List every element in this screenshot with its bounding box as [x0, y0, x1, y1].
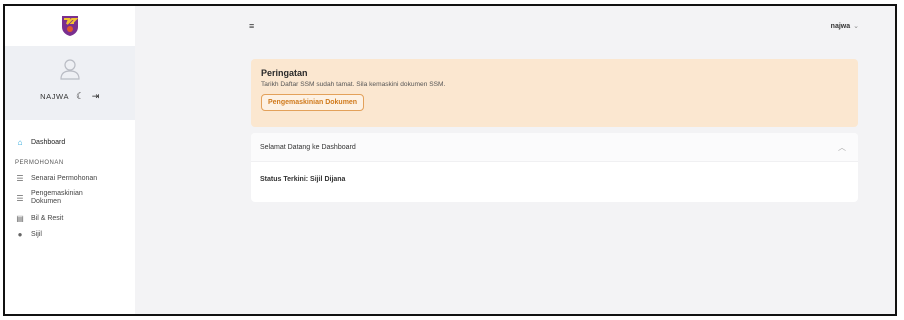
- sidebar-item-bil-resit[interactable]: ▤ Bil & Resit: [5, 210, 135, 226]
- warning-alert: Peringatan Tarikh Daftar SSM sudah tamat…: [251, 59, 858, 127]
- user-row: NAJWA ☾ ⇥: [40, 92, 100, 102]
- card-title: Selamat Datang ke Dashboard: [260, 143, 356, 151]
- user-panel: NAJWA ☾ ⇥: [5, 46, 135, 120]
- app-window: NAJWA ☾ ⇥ ⌂ Dashboard PERMOHONAN ☰ Senar…: [3, 4, 897, 316]
- sidebar-item-label: Pengemaskinian Dokumen: [31, 190, 83, 205]
- sidebar-item-label: Sijil: [31, 230, 42, 238]
- dark-mode-moon-icon[interactable]: ☾: [76, 92, 85, 101]
- dashboard-card: Selamat Datang ke Dashboard ︿ Status Ter…: [251, 133, 858, 202]
- home-icon: ⌂: [17, 137, 23, 147]
- list-icon: ☰: [16, 173, 24, 183]
- sidebar-item-label: Bil & Resit: [31, 214, 64, 222]
- app-logo: [62, 16, 79, 36]
- sidebar-item-label: Dashboard: [31, 138, 66, 146]
- main-content: ≡ najwa ⌄ Peringatan Tarikh Daftar SSM s…: [135, 6, 895, 314]
- chevron-down-icon: ⌄: [853, 23, 859, 30]
- sidebar-item-sijil[interactable]: ● Sijil: [5, 226, 135, 242]
- status-text: Status Terkini: Sijil Dijana: [260, 176, 346, 183]
- user-avatar-icon: [60, 59, 80, 80]
- user-menu-name: najwa: [830, 22, 851, 30]
- topbar: ≡ najwa ⌄: [135, 6, 895, 46]
- list-icon: ☰: [16, 193, 24, 203]
- sidebar-nav: ⌂ Dashboard PERMOHONAN ☰ Senarai Permoho…: [5, 120, 135, 242]
- alert-message: Tarikh Daftar SSM sudah tamat. Sila kema…: [261, 81, 446, 88]
- certificate-icon: ●: [17, 229, 23, 239]
- logout-icon[interactable]: ⇥: [92, 92, 100, 101]
- sidebar-item-pengemaskinian-dokumen[interactable]: ☰ Pengemaskinian Dokumen: [5, 186, 135, 210]
- chevron-up-icon[interactable]: ︿: [838, 142, 846, 153]
- user-menu[interactable]: najwa ⌄: [830, 22, 859, 31]
- logo-area: [5, 6, 135, 46]
- sidebar-item-senarai-permohonan[interactable]: ☰ Senarai Permohonan: [5, 170, 135, 186]
- update-documents-button[interactable]: Pengemaskinian Dokumen: [261, 94, 365, 111]
- user-name: NAJWA: [40, 92, 70, 101]
- nav-section-permohonan: PERMOHONAN: [15, 160, 64, 166]
- receipt-icon: ▤: [16, 213, 24, 223]
- card-header[interactable]: Selamat Datang ke Dashboard ︿: [251, 133, 858, 162]
- hamburger-menu-icon[interactable]: ≡: [249, 21, 254, 31]
- alert-title: Peringatan: [261, 68, 308, 78]
- sidebar: NAJWA ☾ ⇥ ⌂ Dashboard PERMOHONAN ☰ Senar…: [5, 6, 135, 314]
- sidebar-item-dashboard[interactable]: ⌂ Dashboard: [5, 134, 135, 150]
- sidebar-item-label: Senarai Permohonan: [31, 174, 98, 182]
